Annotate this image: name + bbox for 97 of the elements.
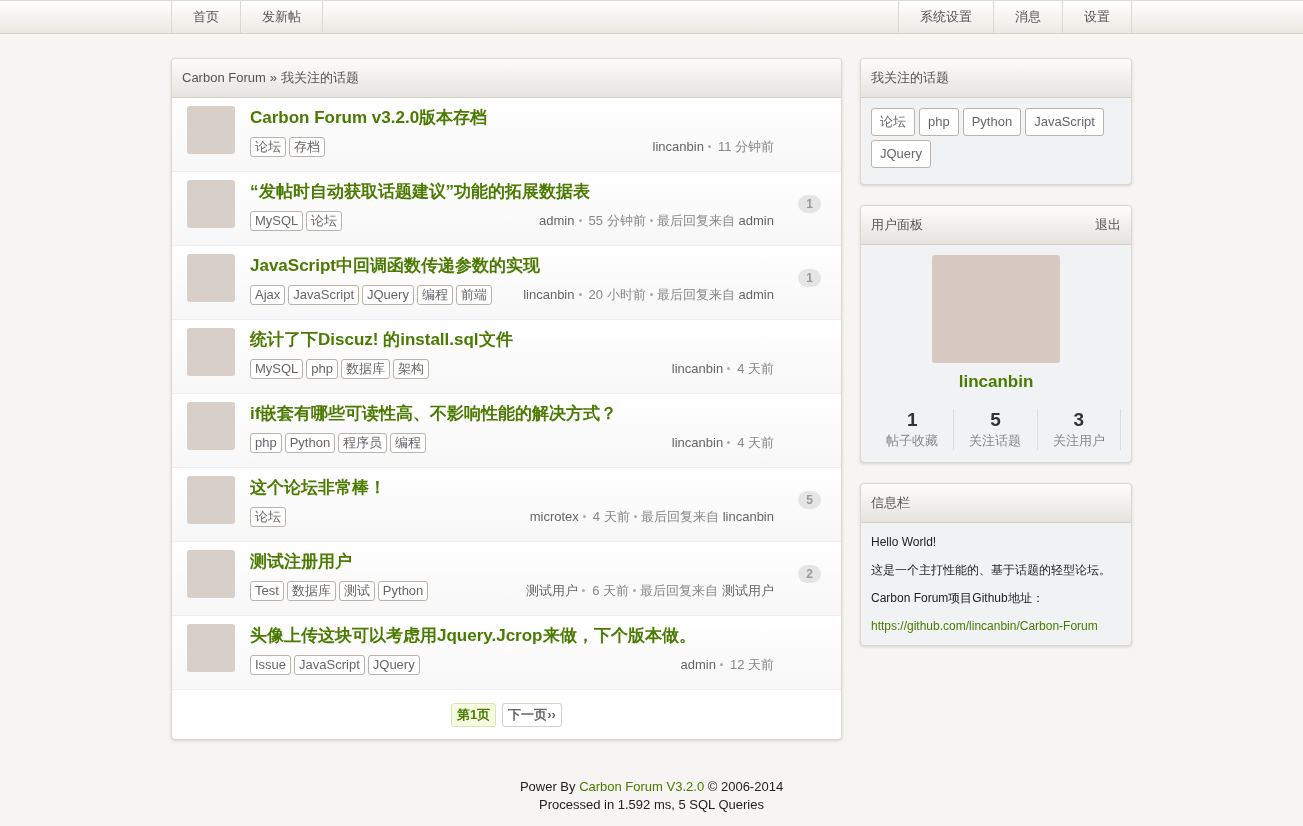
tag-link[interactable]: 数据库 bbox=[286, 580, 336, 601]
last-reply-author-link[interactable]: admin bbox=[738, 210, 774, 231]
tag-link[interactable]: JQuery bbox=[362, 284, 414, 305]
tag-link[interactable]: JavaScript bbox=[288, 284, 359, 305]
tag-link[interactable]: 编程 bbox=[390, 432, 427, 453]
tag-link[interactable]: JavaScript bbox=[294, 654, 365, 675]
stat-value: 5 bbox=[990, 408, 1001, 431]
topic-title-link[interactable]: Carbon Forum v3.2.0版本存档 bbox=[250, 105, 781, 131]
reply-count-badge: 1 bbox=[798, 269, 821, 287]
avatar-placeholder bbox=[187, 106, 235, 154]
last-reply-label: 最后回复来自 bbox=[656, 285, 735, 304]
topic-time: 4 天前 bbox=[592, 507, 630, 526]
info-text: 这是一个主打性能的、基于话题的轻型论坛。 bbox=[871, 562, 1112, 579]
github-link[interactable]: https://github.com/lincanbin/Carbon-Forum bbox=[871, 617, 1121, 635]
pagination-button[interactable]: 下一页›› bbox=[502, 702, 562, 727]
stat-label: 关注话题 bbox=[969, 431, 1022, 450]
tag-link[interactable]: 论坛 bbox=[871, 108, 915, 136]
topic-time: 11 分钟前 bbox=[717, 137, 774, 156]
tag-link[interactable]: 程序员 bbox=[338, 432, 388, 453]
author-link[interactable]: lincanbin bbox=[652, 136, 704, 157]
avatar-placeholder bbox=[187, 624, 235, 672]
tag-link[interactable]: php bbox=[919, 108, 959, 136]
breadcrumb-separator: » bbox=[269, 69, 278, 88]
info-text: Hello World! bbox=[871, 534, 938, 551]
tag-link[interactable]: 前端 bbox=[455, 284, 492, 305]
topic-time: 20 小时前 bbox=[588, 285, 646, 304]
topic-title-link[interactable]: 测试注册用户 bbox=[250, 549, 781, 575]
tag-link[interactable]: 存档 bbox=[289, 136, 325, 157]
tag-link[interactable]: 数据库 bbox=[341, 358, 391, 379]
footer-link[interactable]: Carbon Forum V3.2.0 bbox=[579, 779, 705, 794]
tag-link[interactable]: JQuery bbox=[367, 654, 420, 675]
tag-link[interactable]: MySQL bbox=[250, 210, 304, 231]
last-reply-author-link[interactable]: lincanbin bbox=[722, 506, 774, 527]
panel-title: 我关注的话题 bbox=[871, 69, 949, 88]
tag-link[interactable]: 编程 bbox=[416, 284, 453, 305]
tag-link[interactable]: php bbox=[306, 358, 339, 379]
stat-value: 1 bbox=[906, 408, 918, 431]
topic-time: 4 天前 bbox=[737, 433, 774, 452]
tag-link[interactable]: Ajax bbox=[250, 284, 286, 305]
tag-link[interactable]: 论坛 bbox=[250, 136, 286, 157]
tag-link[interactable]: 测试 bbox=[338, 580, 375, 601]
tag-link[interactable]: 架构 bbox=[393, 358, 430, 379]
avatar-placeholder bbox=[187, 180, 235, 228]
author-link[interactable]: lincanbin bbox=[671, 432, 724, 453]
avatar-placeholder bbox=[187, 476, 235, 524]
topic-time: 6 天前 bbox=[592, 581, 629, 600]
topic-time: 55 分钟前 bbox=[588, 211, 646, 230]
topic-title-link[interactable]: 这个论坛非常棒！ bbox=[250, 475, 781, 501]
author-link[interactable]: admin bbox=[680, 654, 716, 675]
topic-time: 4 天前 bbox=[737, 359, 774, 378]
tag-link[interactable]: 论坛 bbox=[250, 506, 286, 527]
last-reply-author-link[interactable]: admin bbox=[738, 284, 774, 305]
tag-link[interactable]: Python bbox=[962, 108, 1022, 136]
avatar-placeholder bbox=[187, 402, 235, 450]
last-reply-author-link[interactable]: 测试用户 bbox=[722, 580, 774, 601]
topic-title-link[interactable]: 统计了下Discuz! 的install.sql文件 bbox=[250, 327, 781, 353]
tag-link[interactable]: php bbox=[250, 432, 282, 453]
last-reply-label: 最后回复来自 bbox=[640, 581, 718, 600]
breadcrumb-current: 我关注的话题 bbox=[281, 69, 360, 88]
tag-link[interactable]: 论坛 bbox=[306, 210, 343, 231]
pagination-button[interactable]: 第1页 bbox=[451, 702, 497, 727]
breadcrumb-link[interactable]: Carbon Forum bbox=[182, 68, 266, 88]
topic-time: 12 天前 bbox=[729, 655, 774, 674]
tag-link[interactable]: Issue bbox=[250, 654, 292, 675]
tag-link[interactable]: JavaScript bbox=[1025, 108, 1104, 136]
tag-link[interactable]: Test bbox=[250, 580, 284, 601]
tag-link[interactable]: MySQL bbox=[250, 358, 304, 379]
logout-link[interactable]: 退出 bbox=[1095, 215, 1121, 235]
author-link[interactable]: admin bbox=[539, 210, 575, 231]
topic-title-link[interactable]: if嵌套有哪些可读性高、不影响性能的解决方式？ bbox=[250, 401, 781, 427]
info-text: Carbon Forum项目Github地址： bbox=[871, 590, 1045, 607]
last-reply-label: 最后回复来自 bbox=[640, 507, 719, 526]
reply-count-badge: 1 bbox=[798, 195, 821, 213]
footer-stats: Processed in 1.592 ms, 5 SQL Queries bbox=[539, 796, 764, 814]
topic-title-link[interactable]: “发帖时自动获取话题建议”功能的拓展数据表 bbox=[250, 179, 781, 205]
author-link[interactable]: microtex bbox=[529, 506, 579, 527]
author-link[interactable]: lincanbin bbox=[671, 358, 724, 379]
stat-label: 关注用户 bbox=[1052, 431, 1105, 450]
author-link[interactable]: 测试用户 bbox=[526, 580, 579, 601]
avatar-placeholder bbox=[187, 328, 235, 376]
last-reply-label: 最后回复来自 bbox=[656, 211, 735, 230]
tag-link[interactable]: JQuery bbox=[871, 140, 931, 168]
reply-count-badge: 5 bbox=[798, 491, 821, 509]
stat-value: 3 bbox=[1073, 408, 1085, 431]
topic-title-link[interactable]: 头像上传这块可以考虑用Jquery.Jcrop来做，下个版本做。 bbox=[250, 623, 781, 649]
panel-title: 信息栏 bbox=[871, 494, 910, 513]
footer-credit: Power By Carbon Forum V3.2.0 © 2006-2014 bbox=[519, 778, 784, 796]
stat-label: 帖子收藏 bbox=[886, 431, 939, 450]
reply-count-badge: 2 bbox=[798, 565, 821, 583]
username-link[interactable]: lincanbin bbox=[861, 369, 1131, 395]
tag-link[interactable]: Python bbox=[377, 580, 429, 601]
panel-title: 用户面板 bbox=[871, 216, 923, 235]
avatar-placeholder bbox=[187, 550, 235, 598]
author-link[interactable]: lincanbin bbox=[523, 284, 575, 305]
topic-title-link[interactable]: JavaScript中回调函数传递参数的实现 bbox=[250, 253, 781, 279]
tag-link[interactable]: Python bbox=[284, 432, 336, 453]
avatar-placeholder bbox=[187, 254, 235, 302]
